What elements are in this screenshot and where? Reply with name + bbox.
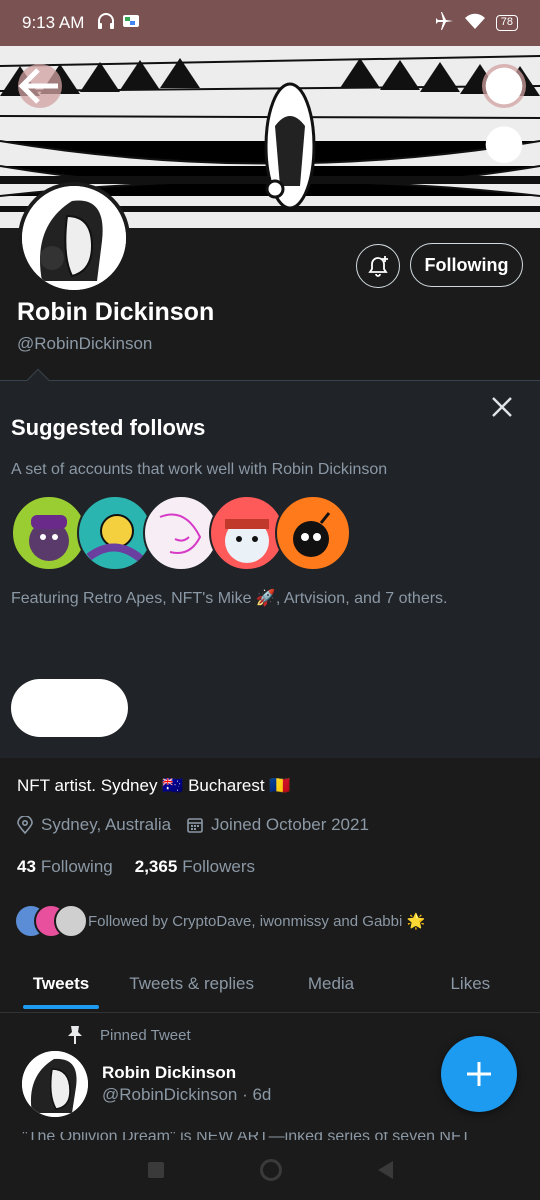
tweet-avatar-artwork	[22, 1051, 88, 1117]
display-name: Robin Dickinson	[17, 298, 215, 326]
headphones-icon	[96, 11, 116, 36]
bell-plus-icon	[368, 256, 388, 277]
tweet-author-handle: @RobinDickinson · 6d	[102, 1085, 272, 1104]
home-button[interactable]	[259, 1159, 282, 1181]
status-bar: 9:13 AM 78	[0, 0, 540, 46]
back-nav-button[interactable]	[377, 1161, 393, 1179]
plus-icon	[467, 1062, 491, 1086]
suggested-title: Suggested follows	[11, 415, 206, 440]
notifications-bell-button[interactable]	[356, 244, 400, 288]
user-handle: @RobinDickinson	[17, 334, 153, 353]
wifi-icon	[464, 12, 486, 35]
followed-by-avatars	[14, 904, 88, 938]
tweet-avatar[interactable]	[22, 1051, 88, 1117]
profile-location: Sydney, Australia	[41, 815, 172, 834]
tweet-author-name[interactable]: Robin Dickinson	[102, 1063, 236, 1083]
close-icon	[492, 397, 512, 417]
suggested-avatar-penguin	[209, 495, 285, 571]
tab-tweets-replies[interactable]: Tweets & replies	[122, 955, 261, 1012]
tab-tweets[interactable]: Tweets	[0, 955, 122, 1012]
battery-indicator: 78	[495, 15, 518, 31]
recents-button[interactable]	[147, 1162, 164, 1178]
more-vertical-icon	[485, 67, 523, 163]
profile-bio: NFT artist. Sydney 🇦🇺 Bucharest 🇷🇴	[17, 776, 291, 795]
follow-all-label: Follow all	[33, 699, 106, 716]
tab-likes[interactable]: Likes	[401, 955, 540, 1012]
suggested-featuring: Featuring Retro Apes, NFT's Mike 🚀, Artv…	[11, 590, 448, 607]
pin-icon	[68, 1026, 82, 1044]
suggested-avatar-nfts-mike	[77, 495, 153, 571]
follow-counts: 43 Following 2,365 Followers	[17, 857, 277, 877]
followers-count-link[interactable]: 2,365 Followers	[135, 857, 255, 877]
status-time: 9:13 AM	[22, 13, 85, 32]
suggested-avatar-retro-apes	[11, 495, 87, 571]
profile-joined: Joined October 2021	[211, 815, 369, 834]
back-button[interactable]	[18, 64, 62, 108]
following-count: 43	[17, 857, 36, 876]
suggested-avatar-artvision	[143, 495, 219, 571]
close-suggestions-button[interactable]	[486, 393, 518, 425]
avatar-artwork	[22, 186, 126, 290]
profile-tabs: Tweets Tweets & replies Media Likes	[0, 955, 540, 1013]
following-button[interactable]: Following	[410, 243, 523, 287]
calendar-icon	[187, 818, 203, 833]
compose-tweet-button[interactable]	[441, 1036, 517, 1112]
followers-count: 2,365	[134, 857, 178, 876]
followers-label: Followers	[182, 857, 256, 876]
system-nav-bar	[0, 1140, 540, 1200]
following-count-link[interactable]: 43 Following	[17, 857, 113, 877]
airplane-icon	[434, 11, 454, 36]
followed-by-row[interactable]: Followed by CryptoDave, iwonmissy and Ga…	[14, 904, 425, 938]
followed-by-avatar	[54, 904, 88, 938]
suggested-subtitle: A set of accounts that work well with Ro…	[11, 461, 388, 478]
suggested-follows-card: Suggested follows A set of accounts that…	[0, 368, 540, 758]
more-options-button[interactable]	[482, 64, 526, 163]
follow-all-button[interactable]: Follow all	[11, 679, 128, 737]
arrow-left-icon	[18, 68, 58, 104]
meet-icon	[122, 12, 140, 35]
pinned-tweet-text: Pinned Tweet	[100, 1026, 191, 1044]
location-pin-icon	[17, 816, 33, 834]
following-label: Following	[40, 857, 113, 876]
suggested-avatar-bomb	[275, 495, 351, 571]
profile-avatar[interactable]	[18, 182, 130, 294]
tab-media[interactable]: Media	[261, 955, 400, 1012]
pinned-tweet-label: Pinned Tweet	[66, 1025, 191, 1045]
followed-by-text: Followed by CryptoDave, iwonmissy and Ga…	[88, 913, 426, 930]
profile-meta: Sydney, Australia Joined October 2021	[17, 815, 385, 835]
